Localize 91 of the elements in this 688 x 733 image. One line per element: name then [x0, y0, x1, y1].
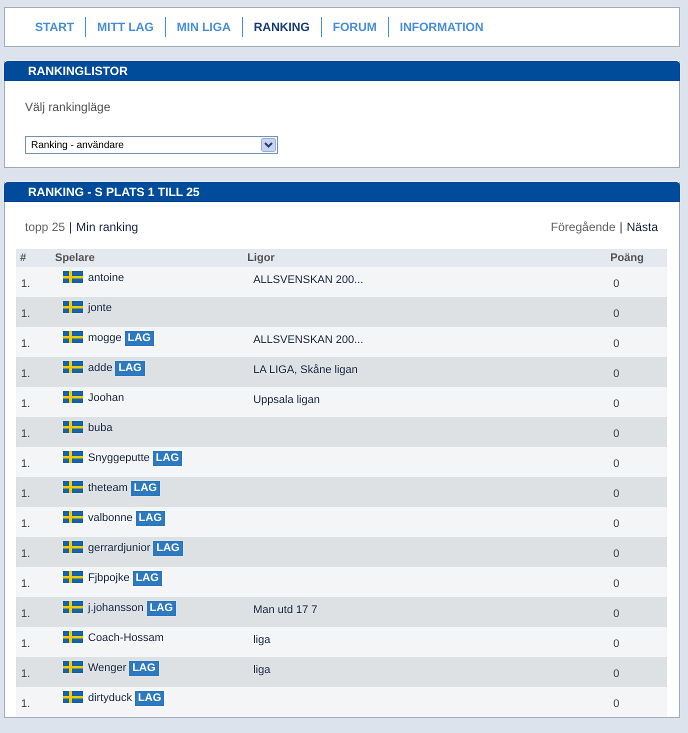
sweden-flag-icon [63, 271, 83, 283]
sweden-flag-icon [63, 331, 83, 343]
sweden-flag-icon [63, 451, 83, 463]
rank-cell: 1. [16, 357, 51, 387]
player-name[interactable]: Wenger [88, 662, 126, 674]
team-badge[interactable]: LAG [152, 450, 182, 466]
rank-cell: 1. [16, 507, 51, 537]
sweden-flag-icon [63, 511, 83, 523]
player-name[interactable]: adde [88, 362, 112, 374]
leagues-text: Uppsala ligan [253, 394, 320, 406]
player-name[interactable]: Fjbpojke [88, 572, 130, 584]
points-cell: 0 [606, 597, 667, 627]
points-cell: 0 [606, 477, 667, 507]
leagues-text: liga [253, 664, 270, 676]
column-header: # [16, 249, 51, 267]
points-cell: 0 [606, 687, 667, 717]
sweden-flag-icon [63, 631, 83, 643]
points-cell: 0 [606, 447, 667, 477]
filter-link[interactable]: Min ranking [76, 220, 138, 234]
sweden-flag-icon [63, 301, 83, 313]
rank-cell: 1. [16, 627, 51, 657]
player-name[interactable]: Snyggeputte [88, 452, 150, 464]
team-badge[interactable]: LAG [153, 540, 183, 556]
points-cell: 0 [606, 417, 667, 447]
sweden-flag-icon [63, 571, 83, 583]
filter-link[interactable]: topp 25 [25, 220, 66, 234]
points-cell: 0 [606, 267, 667, 297]
points-cell: 0 [606, 567, 667, 597]
sweden-flag-icon [63, 421, 83, 433]
field-label: Välj rankingläge [25, 100, 112, 114]
player-name[interactable]: dirtyduck [88, 692, 132, 704]
points-cell: 0 [606, 327, 667, 357]
points-cell: 0 [606, 387, 667, 417]
points-cell: 0 [606, 297, 667, 327]
panel-header: RANKINGLISTOR [4, 61, 680, 81]
leagues-text: liga [253, 634, 270, 646]
rank-cell: 1. [16, 417, 51, 447]
player-name[interactable]: Joohan [88, 392, 124, 404]
column-header: Spelare [51, 249, 244, 267]
rank-cell: 1. [16, 657, 51, 687]
rank-cell: 1. [16, 327, 51, 357]
sweden-flag-icon [63, 691, 83, 703]
leagues-text: LA LIGA, Skåne ligan [253, 364, 358, 376]
team-badge[interactable]: LAG [136, 510, 165, 526]
points-cell: 0 [606, 537, 667, 567]
team-badge[interactable]: LAG [115, 360, 145, 376]
sweden-flag-icon [63, 601, 83, 613]
sweden-flag-icon [63, 661, 83, 673]
sweden-flag-icon [63, 361, 83, 373]
team-badge[interactable]: LAG [124, 330, 154, 346]
rank-cell: 1. [16, 387, 51, 417]
team-badge[interactable]: LAG [132, 570, 162, 586]
pager-link[interactable]: Nästa [626, 220, 658, 234]
points-cell: 0 [606, 507, 667, 537]
points-cell: 0 [606, 627, 667, 657]
panel-header: RANKING - S PLATS 1 TILL 25 [4, 182, 680, 202]
column-header: Poäng [606, 249, 667, 267]
team-badge[interactable]: LAG [130, 480, 160, 496]
column-header: Ligor [243, 249, 606, 267]
sweden-flag-icon [63, 481, 83, 493]
player-name[interactable]: buba [88, 422, 112, 434]
player-name[interactable]: valbonne [88, 512, 133, 524]
rank-cell: 1. [16, 297, 51, 327]
rank-cell: 1. [16, 267, 51, 297]
team-badge[interactable]: LAG [135, 690, 164, 706]
player-name[interactable]: jonte [88, 302, 112, 314]
rank-cell: 1. [16, 477, 51, 507]
player-name[interactable]: antoine [88, 272, 124, 284]
separator: | [68, 220, 74, 234]
rank-cell: 1. [16, 447, 51, 477]
rank-cell: 1. [16, 567, 51, 597]
points-cell: 0 [606, 357, 667, 387]
points-cell: 0 [606, 657, 667, 687]
leagues-text: Man utd 17 7 [253, 604, 318, 616]
rank-cell: 1. [16, 687, 51, 717]
sweden-flag-icon [63, 391, 83, 403]
team-badge[interactable]: LAG [129, 660, 159, 676]
leagues-text: ALLSVENSKAN 200... [253, 274, 364, 286]
player-name[interactable]: j.johansson [88, 602, 144, 614]
player-name[interactable]: mogge [88, 332, 122, 344]
rank-cell: 1. [16, 537, 51, 567]
player-name[interactable]: gerrardjunior [88, 542, 150, 554]
ranking-mode-dropdown[interactable]: Ranking - användare [25, 136, 278, 154]
player-name[interactable]: Coach-Hossam [88, 632, 164, 644]
team-badge[interactable]: LAG [146, 600, 176, 616]
separator: | [618, 220, 624, 234]
player-name[interactable]: theteam [88, 482, 128, 494]
leagues-text: ALLSVENSKAN 200... [253, 334, 364, 346]
sweden-flag-icon [63, 541, 83, 553]
nav-tab[interactable]: RANKING [242, 17, 321, 37]
rank-cell: 1. [16, 597, 51, 627]
